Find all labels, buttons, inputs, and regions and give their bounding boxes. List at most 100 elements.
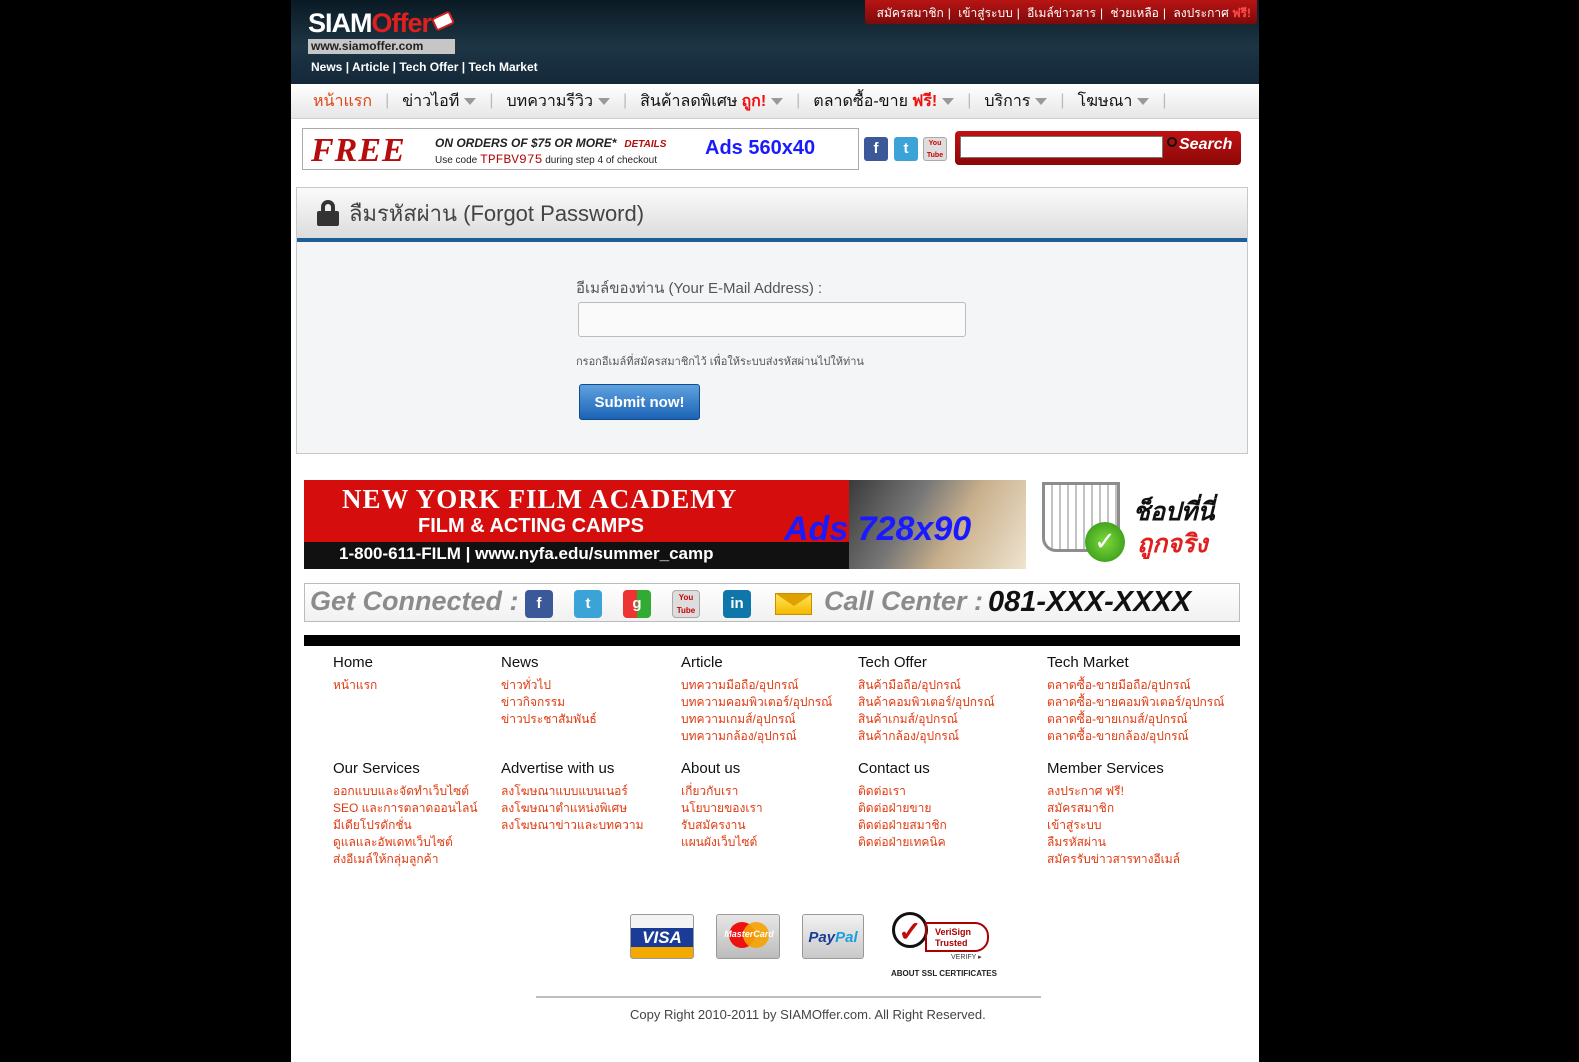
site-header: SIAMOffer www.siamoffer.com News | Artic… bbox=[291, 0, 1259, 84]
footer-divider bbox=[304, 635, 1240, 646]
price-tag-icon bbox=[430, 10, 456, 32]
footer-link[interactable]: บทความกล้อง/อุปกรณ์ bbox=[681, 728, 832, 745]
logo-sub-nav: News | Article | Tech Offer | Tech Marke… bbox=[311, 60, 538, 74]
search-input[interactable] bbox=[960, 136, 1163, 158]
footer-link[interactable]: นโยบายของเรา bbox=[681, 800, 763, 817]
footer-link[interactable]: ตลาดซื้อ-ขายเกมส์/อุปกรณ์ bbox=[1047, 711, 1224, 728]
ad-line1: ON ORDERS OF $75 OR MORE* DETAILS bbox=[435, 136, 667, 150]
free-badge: ฟรี! bbox=[1232, 6, 1251, 20]
nav-it-news[interactable]: ข่าวไอที bbox=[402, 89, 477, 114]
nav-reviews[interactable]: บทความรีวิว bbox=[506, 89, 610, 114]
footer-link[interactable]: เข้าสู่ระบบ bbox=[1047, 817, 1180, 834]
twitter-icon[interactable]: t bbox=[574, 590, 602, 618]
footer-col-about: About us เกี่ยวกับเรา นโยบายของเรา รับสม… bbox=[681, 760, 763, 851]
nav-services[interactable]: บริการ bbox=[984, 89, 1048, 114]
nav-advertise[interactable]: โฆษณา bbox=[1078, 89, 1150, 114]
footer-heading: Member Services bbox=[1047, 760, 1164, 777]
footer-heading: About us bbox=[681, 760, 741, 777]
footer-link[interactable]: ลืมรหัสผ่าน bbox=[1047, 834, 1180, 851]
footer-link[interactable]: บทความคอมพิวเตอร์/อุปกรณ์ bbox=[681, 694, 832, 711]
search-button[interactable]: Search bbox=[1167, 136, 1232, 154]
youtube-icon[interactable]: You Tube bbox=[672, 590, 700, 618]
twitter-icon[interactable]: t bbox=[894, 137, 918, 161]
footer-link[interactable]: ข่าวประชาสัมพันธ์ bbox=[501, 711, 597, 728]
verisign-text: VeriSign Trusted bbox=[925, 922, 989, 952]
search-icon bbox=[1167, 137, 1177, 147]
footer-link[interactable]: ติดต่อเรา bbox=[858, 783, 947, 800]
footer-link[interactable]: ตลาดซื้อ-ขายมือถือ/อุปกรณ์ bbox=[1047, 677, 1224, 694]
footer-link[interactable]: รับสมัครงาน bbox=[681, 817, 763, 834]
footer-link[interactable]: ติดต่อฝ่ายขาย bbox=[858, 800, 947, 817]
footer-link[interactable]: แผนผังเว็บไซต์ bbox=[681, 834, 763, 851]
chevron-down-icon bbox=[771, 97, 784, 105]
page-title: ลืมรหัสผ่าน (Forgot Password) bbox=[349, 200, 645, 226]
footer-link[interactable]: ดูแลและอัพเดทเว็บไซต์ bbox=[333, 834, 478, 851]
copyright-text: Copy Right 2010-2011 by SIAMOffer.com. A… bbox=[630, 1007, 986, 1022]
footer-link[interactable]: บทความเกมส์/อุปกรณ์ bbox=[681, 711, 832, 728]
footer-link[interactable]: ส่งอีเมล์ให้กลุ่มลูกค้า bbox=[333, 851, 478, 868]
check-icon: ✓ bbox=[1085, 522, 1125, 562]
shop-promo[interactable]: ✓ ช็อปที่นี่ ถูกจริง bbox=[1039, 472, 1229, 572]
top-link-register[interactable]: สมัครสมาชิก bbox=[877, 6, 944, 20]
ssl-about-text: ABOUT SSL CERTIFICATES bbox=[891, 969, 997, 978]
logo-nav-tech-offer[interactable]: Tech Offer bbox=[399, 60, 458, 74]
footer-link[interactable]: ลงโฆษณาตำแหน่งพิเศษ bbox=[501, 800, 644, 817]
footer-link[interactable]: มีเดียโปรดักชั่น bbox=[333, 817, 478, 834]
footer-link[interactable]: ติดต่อฝ่ายสมาชิก bbox=[858, 817, 947, 834]
ad-banner-560x40[interactable]: FREE ON ORDERS OF $75 OR MORE* DETAILS Us… bbox=[302, 128, 859, 170]
chevron-down-icon bbox=[597, 97, 610, 105]
footer-link[interactable]: สมัครสมาชิก bbox=[1047, 800, 1180, 817]
lock-icon bbox=[317, 200, 339, 226]
footer-link[interactable]: ลงประกาศ ฟรี! bbox=[1047, 783, 1180, 800]
nav-market[interactable]: ตลาดซื้อ-ขาย ฟรี! bbox=[813, 89, 955, 114]
call-center-label: Call Center : bbox=[824, 586, 984, 616]
youtube-icon[interactable]: You Tube bbox=[923, 137, 947, 161]
footer-link[interactable]: สินค้ากล้อง/อุปกรณ์ bbox=[858, 728, 995, 745]
verisign-seal[interactable]: ✓ VeriSign Trusted VERIFY ▸ ABOUT SSL CER… bbox=[889, 906, 999, 981]
logo-text: SIAMOffer bbox=[308, 8, 432, 38]
footer-link[interactable]: ข่าวกิจกรรม bbox=[501, 694, 597, 711]
site-logo[interactable]: SIAMOffer www.siamoffer.com bbox=[308, 8, 456, 54]
facebook-icon[interactable]: f bbox=[525, 590, 553, 618]
top-link-login[interactable]: เข้าสู่ระบบ bbox=[958, 6, 1013, 20]
footer-link[interactable]: ติดต่อฝ่ายเทคนิค bbox=[858, 834, 947, 851]
forgot-password-panel: ลืมรหัสผ่าน (Forgot Password) อีเมล์ของท… bbox=[296, 187, 1248, 454]
footer-link[interactable]: เกี่ยวกับเรา bbox=[681, 783, 763, 800]
email-icon[interactable] bbox=[775, 593, 812, 615]
facebook-icon[interactable]: f bbox=[864, 137, 888, 161]
footer-col-member: Member Services ลงประกาศ ฟรี! สมัครสมาชิ… bbox=[1047, 760, 1180, 868]
footer-heading: Tech Offer bbox=[858, 654, 927, 671]
email-label: อีเมล์ของท่าน (Your E-Mail Address) : bbox=[576, 280, 823, 297]
footer-link[interactable]: บทความมือถือ/อุปกรณ์ bbox=[681, 677, 832, 694]
footer-link[interactable]: ออกแบบและจัดทำเว็บไซต์ bbox=[333, 783, 478, 800]
email-field[interactable] bbox=[578, 302, 966, 337]
footer-link[interactable]: สินค้าคอมพิวเตอร์/อุปกรณ์ bbox=[858, 694, 995, 711]
footer-link[interactable]: ตลาดซื้อ-ขายคอมพิวเตอร์/อุปกรณ์ bbox=[1047, 694, 1224, 711]
nav-home[interactable]: หน้าแรก bbox=[313, 89, 372, 114]
footer-link[interactable]: สมัครรับข่าวสารทางอีเมล์ bbox=[1047, 851, 1180, 868]
logo-nav-article[interactable]: Article bbox=[352, 60, 389, 74]
search-box: Search bbox=[955, 131, 1241, 165]
linkedin-icon[interactable]: in bbox=[723, 590, 751, 618]
logo-nav-tech-market[interactable]: Tech Market bbox=[469, 60, 538, 74]
banner-line3: 1-800-611-FILM | www.nyfa.edu/summer_cam… bbox=[339, 544, 714, 563]
visa-logo: VISA bbox=[630, 914, 694, 959]
footer-link[interactable]: ลงโฆษณาข่าวและบทความ bbox=[501, 817, 644, 834]
ad-banner-728x90[interactable]: NEW YORK FILM ACADEMY FILM & ACTING CAMP… bbox=[304, 480, 1026, 569]
call-center-number: 081-XXX-XXXX bbox=[988, 586, 1192, 618]
top-link-post-ad[interactable]: ลงประกาศ ฟรี! bbox=[1173, 6, 1251, 20]
footer-link[interactable]: สินค้าเกมส์/อุปกรณ์ bbox=[858, 711, 995, 728]
footer-link[interactable]: ลงโฆษณาแบบแบนเนอร์ bbox=[501, 783, 644, 800]
footer-col-article: Article บทความมือถือ/อุปกรณ์ บทความคอมพิ… bbox=[681, 654, 832, 745]
submit-button[interactable]: Submit now! bbox=[579, 384, 700, 420]
footer-link[interactable]: ตลาดซื้อ-ขายกล้อง/อุปกรณ์ bbox=[1047, 728, 1224, 745]
footer-link[interactable]: สินค้ามือถือ/อุปกรณ์ bbox=[858, 677, 995, 694]
google-icon[interactable]: g bbox=[623, 590, 651, 618]
footer-link[interactable]: ข่าวทั่วไป bbox=[501, 677, 597, 694]
footer-link[interactable]: SEO และการตลาดออนไลน์ bbox=[333, 800, 478, 817]
top-link-help[interactable]: ช่วยเหลือ bbox=[1110, 6, 1159, 20]
footer-link[interactable]: หน้าแรก bbox=[333, 677, 377, 694]
logo-nav-news[interactable]: News bbox=[311, 60, 342, 74]
top-link-newsletter[interactable]: อีเมล์ข่าวสาร bbox=[1027, 6, 1096, 20]
nav-deals[interactable]: สินค้าลดพิเศษ ถูก! bbox=[640, 89, 784, 114]
